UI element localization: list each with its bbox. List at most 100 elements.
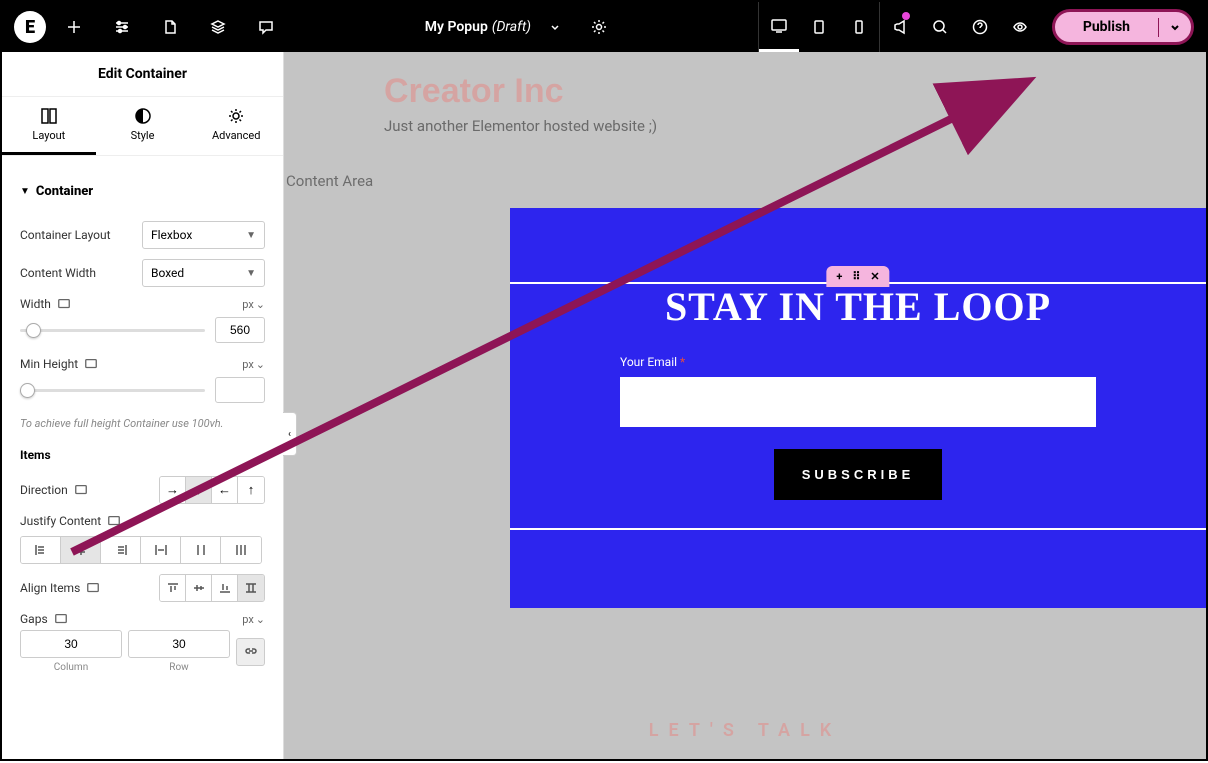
content-area-label: Content Area xyxy=(286,172,373,190)
desktop-view-icon[interactable] xyxy=(759,2,799,52)
chevron-down-icon: ▼ xyxy=(246,230,256,241)
align-buttons xyxy=(159,574,265,602)
gap-link-toggle[interactable] xyxy=(236,638,265,666)
justify-space-around[interactable] xyxy=(181,537,221,563)
justify-space-evenly[interactable] xyxy=(221,537,261,563)
align-start[interactable] xyxy=(160,575,186,601)
mobile-view-icon[interactable] xyxy=(839,2,879,52)
width-slider[interactable] xyxy=(20,329,205,332)
announcement-icon[interactable] xyxy=(880,2,920,52)
direction-row-reverse[interactable]: ← xyxy=(212,477,238,503)
responsive-icon xyxy=(86,581,100,595)
comment-icon[interactable] xyxy=(246,2,286,52)
gap-column-input[interactable] xyxy=(20,630,122,658)
handle-drag-icon[interactable]: ⠿ xyxy=(852,270,860,283)
responsive-icon xyxy=(107,514,121,528)
width-input[interactable] xyxy=(215,317,265,343)
toolbar-center: My Popup (Draft) xyxy=(286,2,758,52)
container-layout-select[interactable]: Flexbox ▼ xyxy=(142,221,265,249)
email-field[interactable] xyxy=(620,377,1096,427)
help-icon[interactable] xyxy=(960,2,1000,52)
handle-add-icon[interactable]: + xyxy=(836,270,842,283)
field-direction: Direction → ↓ ← ↑ xyxy=(20,476,265,504)
sidebar-collapse-handle[interactable]: ‹ xyxy=(283,412,297,456)
document-status: (Draft) xyxy=(492,19,531,35)
sidebar-title: Edit Container xyxy=(2,52,283,97)
slider-thumb[interactable] xyxy=(26,323,41,338)
container-layout-label: Container Layout xyxy=(20,228,111,242)
justify-start[interactable] xyxy=(21,537,61,563)
document-title: My Popup xyxy=(425,19,488,35)
gap-column-label: Column xyxy=(54,662,88,673)
tablet-view-icon[interactable] xyxy=(799,2,839,52)
justify-space-between[interactable] xyxy=(141,537,181,563)
tab-advanced-label: Advanced xyxy=(189,129,283,142)
popup-container[interactable]: + ⠿ ✕ STAY IN THE LOOP Your Email * SUBS… xyxy=(510,208,1206,608)
tab-advanced[interactable]: Advanced xyxy=(189,97,283,155)
gap-row-input[interactable] xyxy=(128,630,230,658)
handle-close-icon[interactable]: ✕ xyxy=(870,270,879,283)
field-container-layout: Container Layout Flexbox ▼ xyxy=(20,221,265,249)
content-width-label: Content Width xyxy=(20,266,96,280)
container-layout-value: Flexbox xyxy=(151,228,192,242)
width-slider-row xyxy=(20,317,265,343)
responsive-icon xyxy=(54,612,68,626)
subscribe-button[interactable]: SUBSCRIBE xyxy=(774,449,943,500)
add-icon[interactable] xyxy=(54,2,94,52)
justify-buttons xyxy=(20,536,262,564)
gear-icon[interactable] xyxy=(579,2,619,52)
min-height-unit-select[interactable]: px ⌄ xyxy=(242,358,265,371)
responsive-icon xyxy=(74,483,88,497)
direction-column-reverse[interactable]: ↑ xyxy=(238,477,264,503)
align-end[interactable] xyxy=(212,575,238,601)
preview-icon[interactable] xyxy=(1000,2,1040,52)
width-unit-select[interactable]: px ⌄ xyxy=(242,298,265,311)
site-header: Creator Inc Just another Elementor hoste… xyxy=(284,52,1206,155)
min-height-input[interactable] xyxy=(215,377,265,403)
direction-label: Direction xyxy=(20,483,88,497)
toolbar-right: Publish xyxy=(880,2,1206,52)
publish-button[interactable]: Publish xyxy=(1055,19,1158,35)
chevron-down-icon: ⌄ xyxy=(256,298,265,311)
justify-center[interactable] xyxy=(61,537,101,563)
elementor-logo[interactable]: E xyxy=(14,11,46,43)
gap-row-label: Row xyxy=(169,662,188,673)
layers-icon[interactable] xyxy=(198,2,238,52)
search-icon[interactable] xyxy=(920,2,960,52)
height-hint: To achieve full height Container use 100… xyxy=(20,417,265,430)
field-content-width: Content Width Boxed ▼ xyxy=(20,259,265,287)
sidebar-body: ▼ Container Container Layout Flexbox ▼ C… xyxy=(2,156,283,759)
sidebar-tabs: Layout Style Advanced xyxy=(2,97,283,156)
popup-inner: STAY IN THE LOOP Your Email * SUBSCRIBE xyxy=(510,208,1206,520)
email-label: Your Email * xyxy=(620,355,1096,369)
chevron-down-icon[interactable] xyxy=(535,2,575,52)
caret-down-icon: ▼ xyxy=(20,186,30,197)
min-height-slider[interactable] xyxy=(20,389,205,392)
lets-talk-text: LET'S TALK xyxy=(649,720,841,741)
direction-column[interactable]: ↓ xyxy=(186,477,212,503)
gaps-label: Gaps xyxy=(20,612,68,626)
gaps-unit-select[interactable]: px ⌄ xyxy=(242,613,265,626)
tab-layout[interactable]: Layout xyxy=(2,97,96,155)
top-toolbar: E My Popup (Draft) Publish xyxy=(2,2,1206,52)
tab-layout-label: Layout xyxy=(2,129,96,142)
editor-sidebar: Edit Container Layout Style Advanced ▼ C… xyxy=(2,52,284,759)
justify-end[interactable] xyxy=(101,537,141,563)
publish-button-group: Publish xyxy=(1052,9,1194,45)
advanced-gear-icon xyxy=(189,107,283,125)
align-stretch[interactable] xyxy=(238,575,264,601)
tab-style[interactable]: Style xyxy=(96,97,190,155)
publish-dropdown-icon[interactable] xyxy=(1158,18,1191,37)
direction-row[interactable]: → xyxy=(160,477,186,503)
editor-canvas: Creator Inc Just another Elementor hoste… xyxy=(284,52,1206,759)
settings-sliders-icon[interactable] xyxy=(102,2,142,52)
section-container-toggle[interactable]: ▼ Container xyxy=(20,172,265,211)
field-align-items: Align Items xyxy=(20,574,265,602)
field-width: Width px ⌄ xyxy=(20,297,265,311)
site-title: Creator Inc xyxy=(384,72,1106,111)
align-center[interactable] xyxy=(186,575,212,601)
document-icon[interactable] xyxy=(150,2,190,52)
responsive-icon xyxy=(84,357,98,371)
content-width-select[interactable]: Boxed ▼ xyxy=(142,259,265,287)
slider-thumb[interactable] xyxy=(20,383,35,398)
